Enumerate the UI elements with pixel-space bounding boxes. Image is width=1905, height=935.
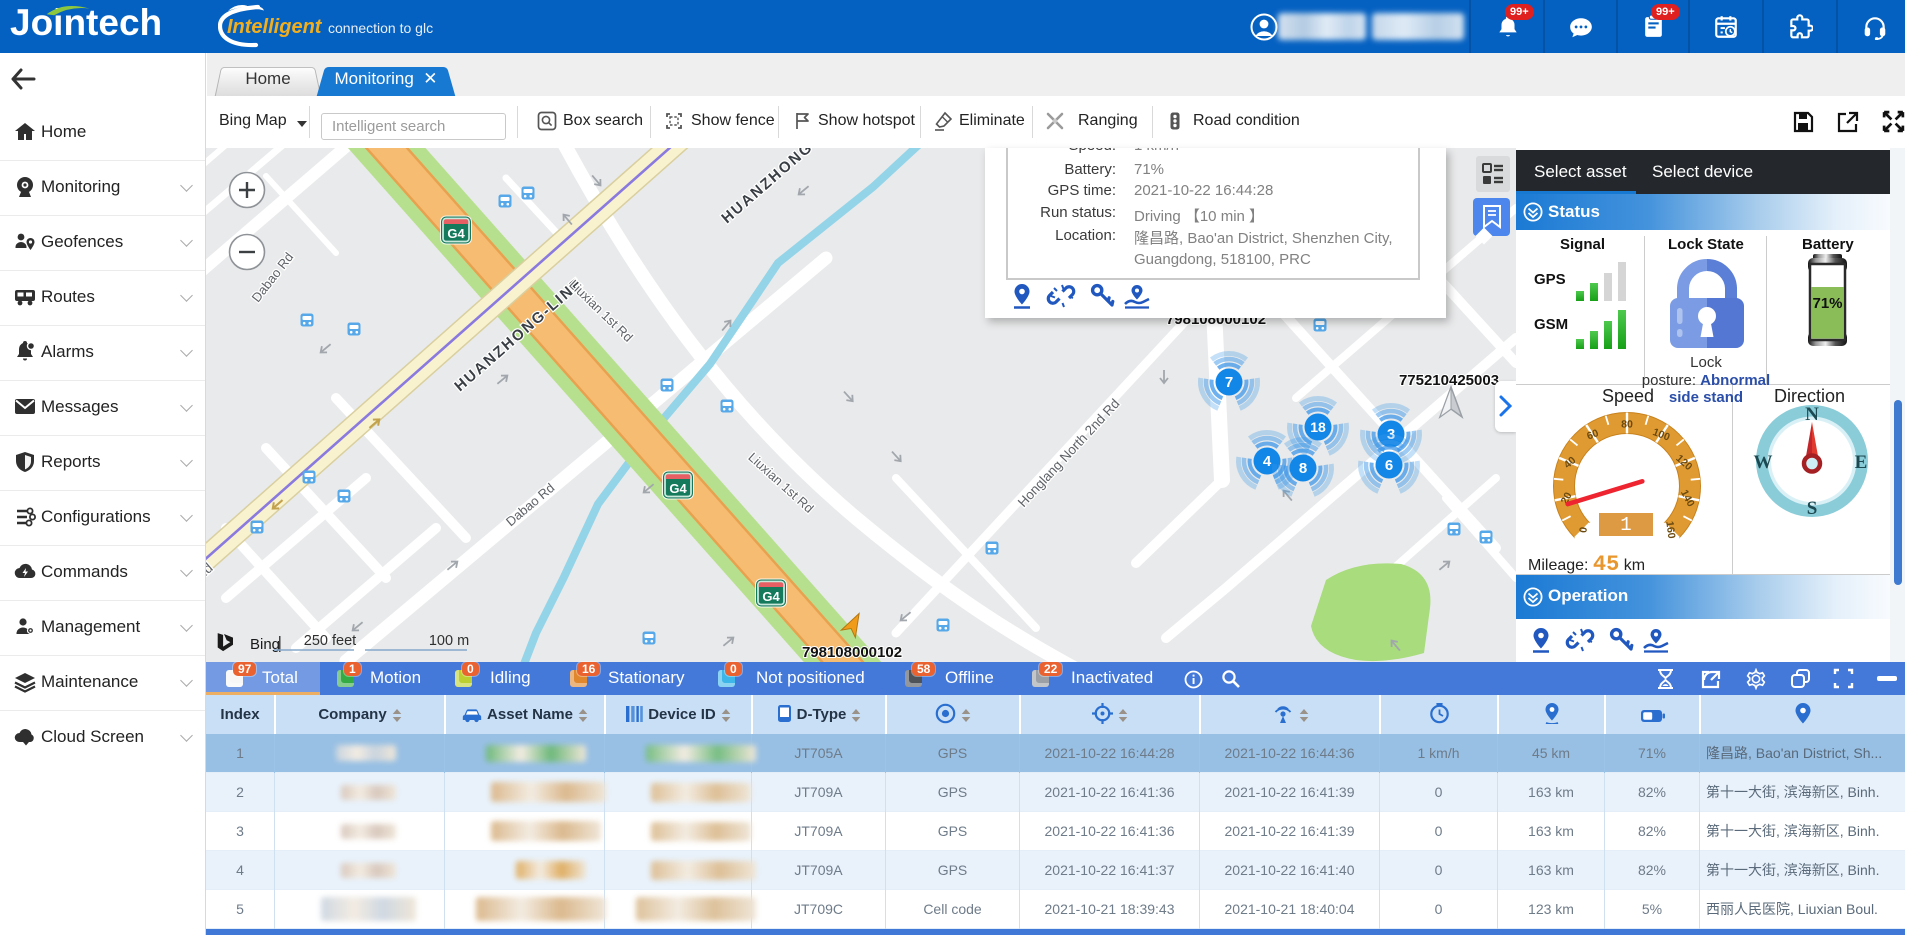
svg-text:71%: 71% [1812, 295, 1842, 312]
svg-text:8: 8 [1299, 460, 1307, 477]
svg-text:N: N [1805, 404, 1819, 425]
svg-text:W: W [1754, 452, 1773, 473]
svg-text:100 m: 100 m [429, 633, 469, 649]
svg-text:E: E [1855, 452, 1868, 473]
svg-text:775210425003: 775210425003 [1399, 372, 1499, 389]
svg-text:80: 80 [1621, 418, 1633, 430]
svg-text:6: 6 [1385, 457, 1393, 474]
svg-text:G4: G4 [762, 589, 780, 604]
svg-text:S: S [1807, 498, 1818, 519]
svg-text:7: 7 [1225, 374, 1233, 391]
svg-text:160: 160 [1663, 520, 1677, 539]
svg-text:18: 18 [1310, 419, 1326, 435]
svg-text:0: 0 [1577, 526, 1590, 534]
svg-text:G4: G4 [669, 481, 687, 496]
svg-text:798108000102: 798108000102 [802, 644, 902, 661]
svg-text:250 feet: 250 feet [304, 633, 356, 649]
svg-text:G4: G4 [447, 226, 465, 241]
svg-text:4: 4 [1263, 453, 1272, 470]
